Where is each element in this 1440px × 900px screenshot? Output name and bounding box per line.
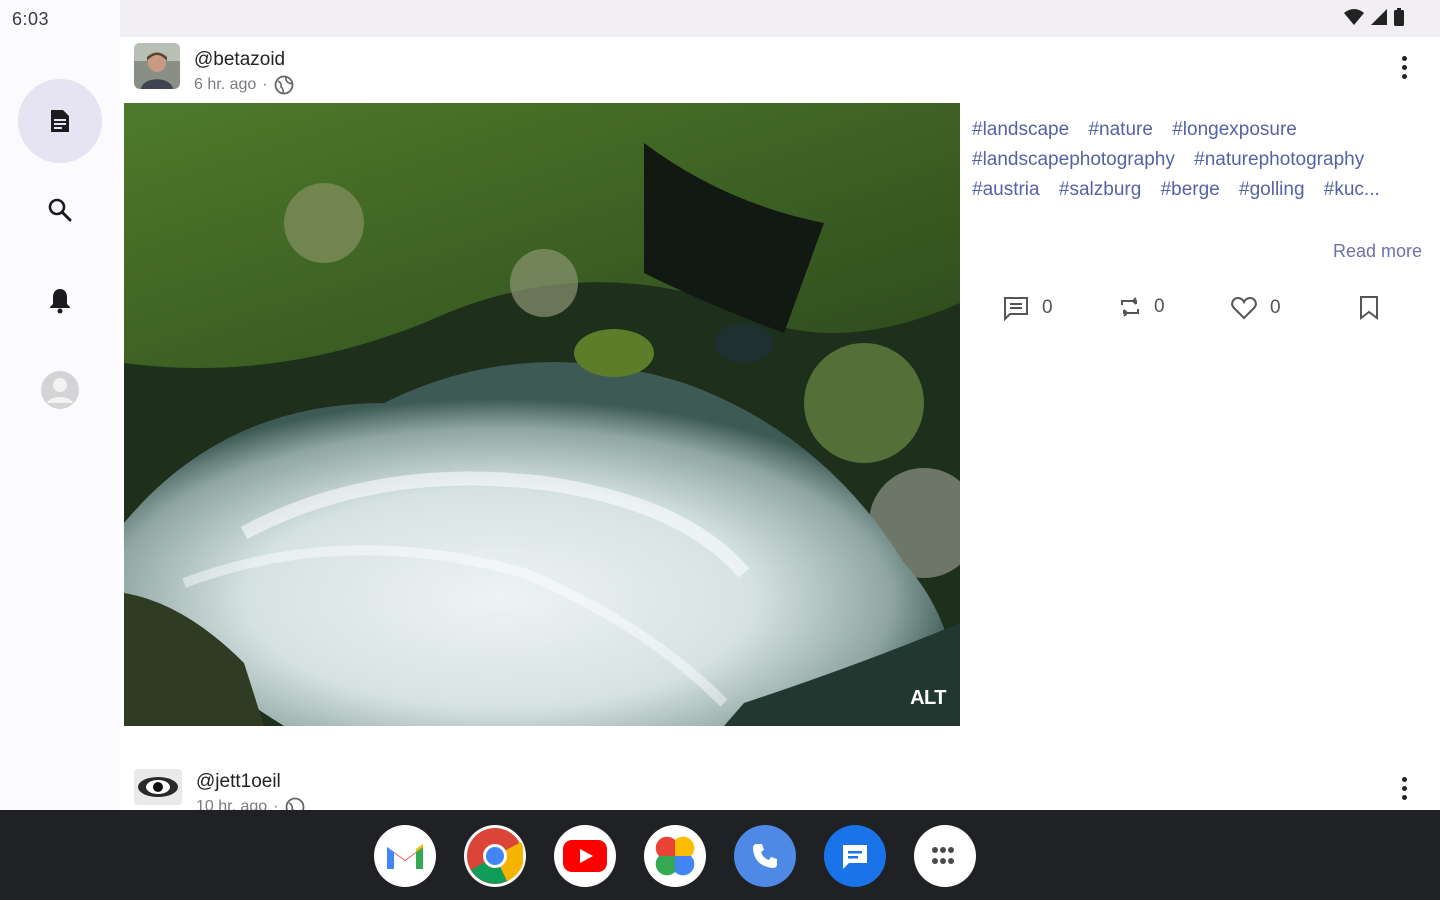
favourite-count: 0 (1270, 297, 1281, 318)
nav-item-notifications[interactable] (18, 258, 102, 342)
post-header: @betazoid 6 hr. ago · (134, 43, 294, 95)
hashtag-link[interactable]: #nature (1088, 119, 1152, 140)
status-time: 6:03 (12, 9, 50, 29)
boost-count: 0 (1154, 296, 1165, 317)
post-meta-2: 10 hr. ago · (196, 797, 305, 810)
messages-app[interactable] (824, 825, 886, 887)
youtube-icon (563, 840, 607, 872)
taskbar (0, 810, 1440, 900)
heart-icon (1231, 296, 1257, 320)
hashtag-link[interactable]: #landscapephotography (972, 149, 1175, 170)
read-more-link[interactable]: Read more (1333, 241, 1422, 262)
post-header-2: @jett1oeil 10 hr. ago · (134, 765, 305, 810)
boost-icon (1121, 297, 1139, 317)
wifi-icon (1344, 9, 1364, 25)
reply-button[interactable]: 0 (1002, 295, 1053, 321)
status-icons (1344, 8, 1404, 26)
hashtag-link[interactable]: #berge (1161, 179, 1220, 200)
timeline-feed[interactable]: @betazoid 6 hr. ago · ALT #landscape #na… (120, 37, 1440, 810)
hashtag-link[interactable]: #landscape (972, 119, 1069, 140)
signal-icon (1371, 9, 1387, 25)
app-drawer-icon (932, 847, 954, 864)
reply-icon (1004, 297, 1028, 321)
post-username-2[interactable]: @jett1oeil (196, 771, 305, 793)
waterfall-image (124, 103, 960, 726)
bookmark-icon (1360, 296, 1378, 320)
app-dock (374, 825, 976, 887)
post-hashtags: #landscape #nature #longexposure #landsc… (972, 115, 1422, 205)
post-more-button-2[interactable] (1392, 773, 1416, 803)
post-time-2: 10 hr. ago (196, 798, 268, 810)
battery-icon (1394, 8, 1404, 26)
post-more-button[interactable] (1392, 52, 1416, 82)
status-bar: 6:03 (0, 0, 1440, 37)
hashtag-link[interactable]: #austria (972, 179, 1040, 200)
hashtag-link[interactable]: #golling (1239, 179, 1305, 200)
search-icon (48, 198, 72, 222)
globe-icon (274, 75, 294, 95)
chrome-icon (467, 828, 523, 884)
hashtag-link[interactable]: #salzburg (1059, 179, 1141, 200)
nav-item-profile[interactable] (18, 348, 102, 432)
gmail-icon (387, 844, 423, 869)
hashtag-link[interactable]: #longexposure (1172, 119, 1297, 140)
post-actions: 0 0 0 (1000, 295, 1420, 327)
post-time: 6 hr. ago (194, 76, 257, 93)
gmail-app[interactable] (374, 825, 436, 887)
bell-icon (50, 289, 70, 314)
phone-icon (753, 844, 777, 868)
hashtag-link[interactable]: #kuc... (1324, 179, 1380, 200)
youtube-app[interactable] (554, 825, 616, 887)
post-image[interactable]: ALT (124, 103, 960, 726)
photos-icon (655, 836, 695, 876)
boost-button[interactable]: 0 (1118, 295, 1165, 319)
globe-icon (285, 797, 304, 810)
phone-app[interactable] (734, 825, 796, 887)
hashtag-link[interactable]: #naturephotography (1194, 149, 1364, 170)
avatar-icon (41, 371, 79, 409)
user-avatar[interactable] (134, 43, 180, 89)
nav-rail (0, 37, 120, 810)
post-meta: 6 hr. ago · (194, 75, 294, 95)
meta-separator-2: · (273, 798, 279, 810)
nav-item-feed[interactable] (18, 79, 102, 163)
alt-text-badge[interactable]: ALT (910, 687, 946, 710)
meta-separator: · (262, 76, 268, 93)
messages-icon (843, 845, 867, 869)
app-drawer-button[interactable] (914, 825, 976, 887)
favourite-button[interactable]: 0 (1230, 295, 1281, 321)
user-avatar-2[interactable] (134, 769, 182, 805)
photos-app[interactable] (644, 825, 706, 887)
chrome-app[interactable] (464, 825, 526, 887)
nav-item-search[interactable] (18, 168, 102, 252)
feed-icon (51, 110, 69, 132)
bookmark-button[interactable] (1358, 295, 1380, 321)
post-username[interactable]: @betazoid (194, 49, 294, 71)
reply-count: 0 (1042, 297, 1053, 318)
